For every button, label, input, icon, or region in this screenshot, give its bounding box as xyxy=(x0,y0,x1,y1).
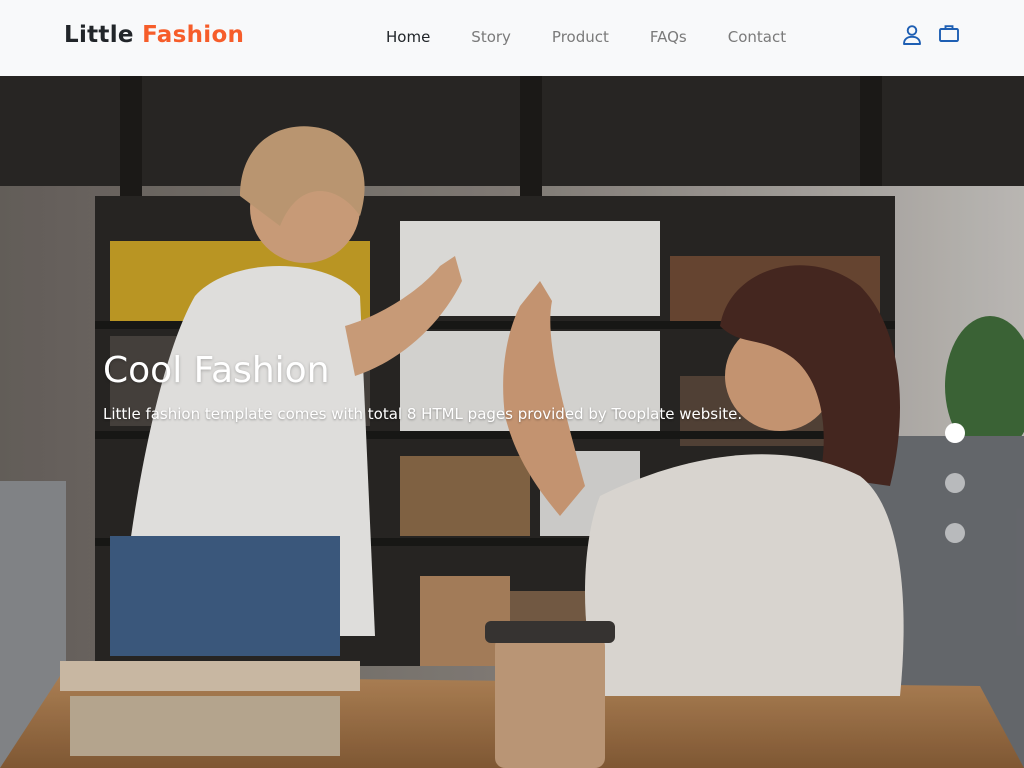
brand-accent: Fashion xyxy=(142,22,245,48)
carousel-dot-3[interactable] xyxy=(945,523,965,543)
nav-contact[interactable]: Contact xyxy=(728,28,786,46)
nav-home[interactable]: Home xyxy=(386,28,430,46)
carousel-indicators xyxy=(945,423,965,573)
nav-story[interactable]: Story xyxy=(471,28,511,46)
carousel-dot-2[interactable] xyxy=(945,473,965,493)
user-icon[interactable] xyxy=(900,22,924,46)
nav-product[interactable]: Product xyxy=(552,28,609,46)
nav-faqs[interactable]: FAQs xyxy=(650,28,687,46)
hero-subtitle: Little fashion template comes with total… xyxy=(103,405,743,423)
main-nav: Home Story Product FAQs Contact xyxy=(386,28,827,46)
hero-title: Cool Fashion xyxy=(103,350,330,391)
nav-icons xyxy=(900,22,974,46)
shopping-bag-icon[interactable] xyxy=(937,22,961,46)
brand-name: Little xyxy=(64,22,134,48)
hero-carousel: Cool Fashion Little fashion template com… xyxy=(0,76,1024,768)
brand-logo[interactable]: Little Fashion xyxy=(64,22,244,48)
navbar: Little Fashion Home Story Product FAQs C… xyxy=(0,0,1024,76)
carousel-dot-1[interactable] xyxy=(945,423,965,443)
